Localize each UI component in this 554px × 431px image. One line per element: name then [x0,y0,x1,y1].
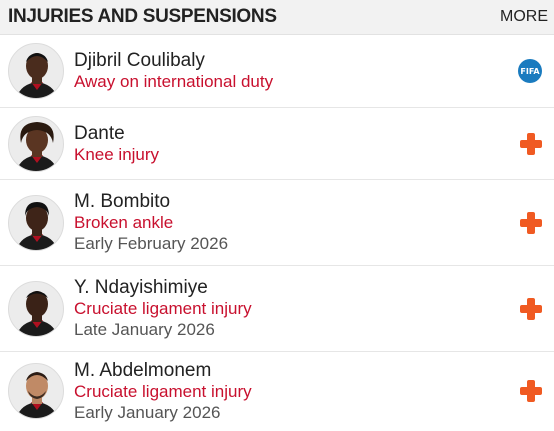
player-avatar [8,194,64,251]
injury-cross-icon [520,380,542,402]
player-row[interactable]: Dante Knee injury [0,108,554,180]
player-status: Knee injury [74,144,160,164]
expected-return: Early January 2026 [74,402,221,422]
section-header: INJURIES AND SUSPENSIONS MORE [0,0,554,35]
player-status: Cruciate ligament injury [74,381,252,401]
player-avatar [8,43,64,99]
player-status: Cruciate ligament injury [74,299,252,318]
player-name[interactable]: Djibril Coulibaly [74,50,273,71]
player-name[interactable]: M. Abdelmonem [74,360,252,381]
section-title: INJURIES AND SUSPENSIONS [8,6,277,27]
player-row[interactable]: M. Abdelmonem Cruciate ligament injury E… [0,352,554,430]
player-name[interactable]: Dante [74,123,159,144]
player-status: Broken ankle [74,213,174,232]
player-row[interactable]: Djibril Coulibaly Away on international … [0,35,554,108]
player-status: Away on international duty [74,72,274,91]
injury-cross-icon [520,211,542,234]
expected-return: Late January 2026 [74,320,215,339]
player-row[interactable]: Y. Ndayishimiye Cruciate ligament injury… [0,266,554,352]
expected-return: Early February 2026 [74,234,229,253]
player-row[interactable]: M. Bombito Broken ankle Early February 2… [0,180,554,266]
player-name[interactable]: Y. Ndayishimiye [74,277,252,298]
more-link[interactable]: MORE [500,8,548,26]
injury-cross-icon [520,132,542,155]
fifa-icon: FIFA [518,59,542,83]
player-name[interactable]: M. Bombito [74,191,228,212]
player-avatar [8,115,64,172]
injury-cross-icon [520,297,542,320]
player-avatar [8,363,64,419]
player-avatar [8,280,64,337]
